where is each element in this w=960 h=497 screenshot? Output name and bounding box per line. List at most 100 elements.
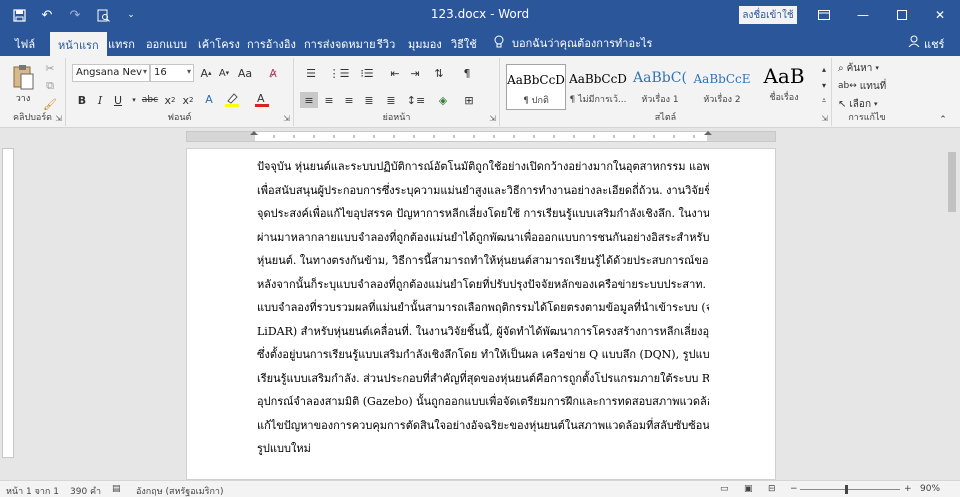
status-bar: หน้า 1 จาก 1 390 คำ ▤ อังกฤษ (สหรัฐอเมริ…: [0, 480, 960, 497]
align-left-icon[interactable]: ≡: [300, 92, 318, 108]
style-heading-2[interactable]: AaBbCcE หัวเรื่อง 2: [692, 64, 752, 110]
read-mode-icon[interactable]: ▭: [720, 484, 729, 494]
tab-review[interactable]: รีวิว: [377, 35, 395, 53]
tab-file[interactable]: ไฟล์: [15, 35, 35, 53]
paragraph-launcher-icon[interactable]: ⇲: [489, 114, 496, 123]
decrease-indent-icon[interactable]: ⇤: [386, 64, 404, 82]
style-normal[interactable]: AaBbCcD ¶ ปกติ: [506, 64, 566, 110]
paste-icon[interactable]: [6, 62, 40, 92]
tab-layout[interactable]: เค้าโครง: [198, 35, 240, 53]
underline-dropdown-icon[interactable]: ▾: [130, 92, 138, 108]
proofing-icon[interactable]: ▤: [112, 484, 121, 494]
underline-icon[interactable]: U: [110, 92, 126, 108]
font-color-icon[interactable]: A: [252, 90, 272, 108]
font-name-combo[interactable]: Angsana Nev ▾: [72, 64, 150, 82]
styles-group-label: สไตล์: [654, 113, 677, 123]
page-count[interactable]: หน้า 1 จาก 1: [6, 484, 59, 497]
ruler-ticks: [250, 131, 712, 138]
print-preview-icon[interactable]: [92, 4, 114, 26]
document-page[interactable]: ปัจจุบัน หุ่นยนต์และระบบปฏิบัติการณ์อัตโ…: [186, 148, 776, 480]
close-icon[interactable]: ✕: [920, 0, 960, 30]
styles-more-icon[interactable]: ⩡: [818, 94, 830, 108]
copy-icon[interactable]: ⧉: [42, 78, 58, 94]
style-title[interactable]: AaB ชื่อเรื่อง: [754, 64, 814, 110]
ribbon-display-options-icon[interactable]: [804, 0, 844, 30]
change-case-icon[interactable]: Aa: [236, 64, 254, 82]
styles-scroll-up-icon[interactable]: ▴: [818, 62, 830, 76]
numbering-icon[interactable]: ⋮☰: [328, 64, 350, 82]
font-launcher-icon[interactable]: ⇲: [283, 114, 290, 123]
styles-launcher-icon[interactable]: ⇲: [821, 114, 828, 123]
justify-icon[interactable]: ≣: [360, 92, 378, 108]
tab-design[interactable]: ออกแบบ: [146, 35, 187, 53]
grow-font-icon[interactable]: A ▴: [198, 64, 214, 82]
thai-distributed-icon[interactable]: ≣: [382, 92, 400, 108]
tab-insert[interactable]: แทรก: [108, 35, 135, 53]
superscript-icon[interactable]: x2: [180, 92, 196, 108]
style-name: หัวเรื่อง 1: [641, 95, 679, 105]
word-count[interactable]: 390 คำ: [70, 484, 101, 497]
zoom-out-icon[interactable]: −: [790, 484, 798, 494]
cut-icon[interactable]: ✂: [42, 60, 58, 76]
style-sample: AaBbC(: [633, 70, 687, 86]
tab-help[interactable]: วิธีใช้: [451, 35, 477, 53]
show-formatting-icon[interactable]: ¶: [458, 64, 476, 82]
italic-icon[interactable]: I: [92, 92, 108, 108]
vertical-scrollbar[interactable]: [944, 148, 960, 478]
text-effects-icon[interactable]: A: [200, 90, 218, 108]
tab-references[interactable]: การอ้างอิง: [247, 35, 296, 53]
style-no-spacing[interactable]: AaBbCcD ¶ ไม่มีการเว้...: [568, 64, 628, 110]
vertical-ruler[interactable]: [2, 148, 14, 458]
language-indicator[interactable]: อังกฤษ (สหรัฐอเมริกา): [136, 484, 224, 497]
zoom-in-icon[interactable]: +: [904, 484, 912, 494]
undo-icon[interactable]: ↶: [36, 4, 58, 26]
strikethrough-icon[interactable]: abc: [140, 92, 160, 108]
borders-icon[interactable]: ⊞: [460, 92, 478, 108]
tab-view[interactable]: มุมมอง: [408, 35, 442, 53]
replace-button[interactable]: ab↔ แทนที่: [838, 78, 886, 94]
document-line: ปัจจุบัน หุ่นยนต์และระบบปฏิบัติการณ์อัตโ…: [257, 160, 709, 173]
clear-formatting-icon[interactable]: A̷: [264, 64, 282, 82]
paste-button-label[interactable]: วาง: [6, 92, 40, 104]
tell-me-box[interactable]: บอกฉันว่าคุณต้องการทำอะไร: [494, 34, 652, 52]
maximize-icon[interactable]: [882, 0, 922, 30]
minimize-icon[interactable]: —: [843, 0, 883, 30]
font-size-value: 16: [154, 67, 167, 78]
zoom-level[interactable]: 90%: [920, 484, 940, 494]
increase-indent-icon[interactable]: ⇥: [406, 64, 424, 82]
line-spacing-icon[interactable]: ↕≡: [406, 92, 426, 108]
share-button[interactable]: แชร์: [908, 35, 944, 53]
shading-icon[interactable]: ◈: [434, 92, 452, 108]
web-layout-icon[interactable]: ⊟: [768, 484, 776, 494]
clipboard-group: วาง ✂ ⧉ 🖌 คลิปบอร์ด ⇲: [0, 58, 66, 126]
font-size-combo[interactable]: 16 ▾: [150, 64, 194, 82]
save-icon[interactable]: [8, 4, 30, 26]
align-center-icon[interactable]: ≡: [320, 92, 338, 108]
subscript-icon[interactable]: x2: [162, 92, 178, 108]
tab-mailings[interactable]: การส่งจดหมาย: [304, 35, 376, 53]
style-sample: AaB: [763, 64, 805, 88]
highlight-icon[interactable]: [222, 90, 242, 108]
redo-icon[interactable]: ↷: [64, 4, 86, 26]
document-body[interactable]: ปัจจุบัน หุ่นยนต์และระบบปฏิบัติการณ์อัตโ…: [257, 155, 709, 461]
multilevel-list-icon[interactable]: ⁝☰: [356, 64, 378, 82]
tab-home[interactable]: หน้าแรก: [50, 32, 107, 56]
style-heading-1[interactable]: AaBbC( หัวเรื่อง 1: [630, 64, 690, 110]
scrollbar-thumb[interactable]: [948, 152, 956, 212]
zoom-slider-thumb[interactable]: [845, 485, 848, 494]
sort-icon[interactable]: ⇅: [430, 64, 448, 82]
horizontal-ruler[interactable]: [0, 128, 960, 145]
zoom-slider[interactable]: [800, 489, 900, 490]
collapse-ribbon-icon[interactable]: ⌃: [936, 114, 950, 126]
bold-icon[interactable]: B: [74, 92, 90, 108]
signin-button[interactable]: ลงชื่อเข้าใช้: [739, 6, 797, 24]
align-right-icon[interactable]: ≡: [340, 92, 358, 108]
customize-toolbar-icon[interactable]: ⌄: [120, 4, 142, 26]
shrink-font-icon[interactable]: A ▾: [216, 64, 232, 82]
ribbon-tabs: ไฟล์ หน้าแรก แทรก ออกแบบ เค้าโครง การอ้า…: [0, 30, 960, 56]
find-button[interactable]: ⌕ ค้นหา ▾: [838, 60, 879, 76]
bullets-icon[interactable]: ☰: [300, 64, 322, 82]
clipboard-launcher-icon[interactable]: ⇲: [55, 114, 62, 123]
styles-scroll-down-icon[interactable]: ▾: [818, 78, 830, 92]
print-layout-icon[interactable]: ▣: [744, 484, 753, 494]
